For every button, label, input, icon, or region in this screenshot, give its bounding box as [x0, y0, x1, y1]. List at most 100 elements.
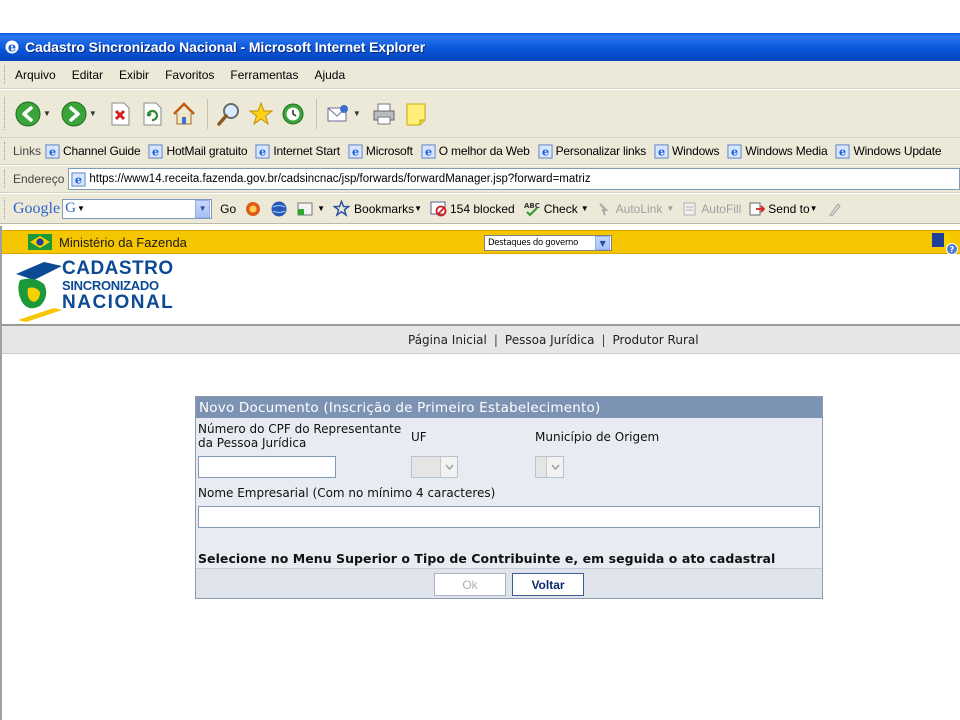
link-internet-start[interactable]: e Internet Start	[255, 143, 340, 159]
nav-separator: |	[493, 332, 498, 347]
brazil-flag-icon	[28, 234, 52, 250]
nav-produtor-rural[interactable]: Produtor Rural	[613, 333, 699, 347]
chevron-down-icon[interactable]: ▼	[195, 199, 211, 218]
toolbar-grip[interactable]	[4, 65, 7, 84]
notes-button[interactable]	[401, 99, 431, 129]
chevron-down-icon: ▼	[580, 204, 589, 213]
gov-highlights-select[interactable]: Destaques do governo ▼	[484, 235, 612, 251]
uf-select[interactable]	[411, 456, 458, 478]
toolbar-separator	[206, 98, 208, 129]
back-button[interactable]	[13, 99, 43, 129]
chevron-down-icon[interactable]	[440, 457, 457, 477]
ok-button[interactable]: Ok	[434, 573, 506, 596]
news-icon	[246, 201, 261, 216]
page-content: Ministério da Fazenda Destaques do gover…	[0, 226, 960, 720]
autolink-button[interactable]: AutoLink ▼	[597, 201, 674, 217]
voltar-button[interactable]: Voltar	[512, 573, 584, 596]
refresh-icon	[143, 102, 162, 125]
links-label: Links	[13, 144, 42, 158]
toolbar-grip[interactable]	[4, 198, 7, 219]
cadastro-logo-icon[interactable]	[14, 258, 64, 322]
uf-select-value	[412, 457, 440, 477]
print-button[interactable]	[369, 99, 399, 129]
favorites-button[interactable]	[246, 99, 276, 129]
send-to-button[interactable]: Send to ▼	[749, 201, 818, 217]
home-button[interactable]	[169, 99, 199, 129]
link-windows[interactable]: e Windows	[654, 143, 720, 159]
address-input[interactable]: e https://www14.receita.fazenda.gov.br/c…	[68, 168, 960, 190]
menu-editar[interactable]: Editar	[70, 66, 105, 84]
google-toolbar: Google G ▼ ▼ Go ▼ Bookmarks ▼ 154 blocked …	[0, 194, 960, 224]
toolbar-grip[interactable]	[4, 141, 7, 161]
link-channel-guide[interactable]: e Channel Guide	[45, 143, 141, 159]
chevron-down-icon[interactable]	[546, 457, 563, 477]
google-go-button[interactable]: Go	[220, 202, 236, 216]
municipio-select[interactable]	[535, 456, 564, 478]
svg-text:e: e	[839, 144, 846, 158]
cpf-label-line-1: Número do CPF do Representante	[198, 422, 402, 436]
window-titlebar: e Cadastro Sincronizado Nacional - Micro…	[0, 33, 960, 61]
standard-toolbar: ▼ ▼ ▼	[0, 90, 960, 138]
chevron-down-icon: ▼	[414, 204, 422, 213]
stop-button[interactable]	[105, 99, 135, 129]
google-globe-button[interactable]	[270, 200, 288, 218]
address-bar: Endereço e https://www14.receita.fazenda…	[0, 166, 960, 193]
chevron-down-icon[interactable]: ▼	[77, 204, 85, 213]
logo-line-3: NACIONAL	[62, 292, 175, 313]
google-search-input[interactable]: G ▼ ▼	[62, 198, 213, 219]
refresh-button[interactable]	[137, 99, 167, 129]
highlight-button[interactable]	[826, 201, 842, 217]
button-row: Ok Voltar	[196, 568, 822, 598]
menu-favoritos[interactable]: Favoritos	[163, 66, 216, 84]
link-hotmail[interactable]: e HotMail gratuito	[148, 143, 248, 159]
toolbar-grip[interactable]	[4, 97, 7, 130]
popup-blocked-button[interactable]: 154 blocked	[430, 200, 515, 217]
cpf-input[interactable]	[198, 456, 336, 478]
mail-button[interactable]	[323, 99, 353, 129]
menu-ajuda[interactable]: Ajuda	[312, 66, 347, 84]
search-icon	[217, 102, 239, 126]
nav-pagina-inicial[interactable]: Página Inicial	[408, 333, 487, 347]
spellcheck-icon: ABC	[524, 202, 540, 216]
chevron-down-icon[interactable]: ▼	[595, 236, 610, 250]
window-title: Cadastro Sincronizado Nacional - Microso…	[25, 39, 426, 55]
chevron-down-icon[interactable]: ▼	[43, 109, 51, 118]
google-pagerank-button[interactable]: ▼	[296, 200, 325, 218]
autofill-button[interactable]: AutoFill	[682, 201, 741, 217]
bookmarks-label: Bookmarks	[354, 201, 415, 216]
municipio-select-value	[536, 457, 546, 477]
google-logo[interactable]: Google	[13, 200, 60, 218]
link-microsoft[interactable]: e Microsoft	[348, 143, 413, 159]
uf-label: UF	[411, 430, 427, 444]
svg-text:e: e	[49, 144, 56, 158]
star-icon	[248, 101, 274, 125]
mail-icon	[327, 104, 348, 121]
forward-button[interactable]	[59, 99, 89, 129]
history-button[interactable]	[278, 99, 308, 129]
link-melhor-da-web[interactable]: e O melhor da Web	[421, 143, 530, 159]
spellcheck-button[interactable]: ABC Check ▼	[523, 200, 589, 218]
menu-exibir[interactable]: Exibir	[117, 66, 151, 84]
novo-documento-panel: Novo Documento (Inscrição de Primeiro Es…	[195, 396, 823, 599]
cpf-label-line-2: da Pessoa Jurídica	[198, 436, 307, 450]
nome-empresarial-input[interactable]	[198, 506, 820, 528]
link-windows-update[interactable]: e Windows Update	[835, 143, 942, 159]
link-windows-media[interactable]: e Windows Media	[727, 143, 828, 159]
bookmarks-button[interactable]: Bookmarks ▼	[333, 200, 422, 217]
ie-page-icon: e	[348, 143, 363, 158]
toolbar-grip[interactable]	[4, 169, 7, 189]
chevron-down-icon[interactable]: ▼	[353, 109, 361, 118]
chevron-down-icon[interactable]: ▼	[317, 204, 325, 213]
menu-arquivo[interactable]: Arquivo	[13, 66, 58, 84]
svg-text:e: e	[658, 144, 665, 158]
svg-text:?: ?	[950, 245, 955, 254]
chevron-down-icon[interactable]: ▼	[89, 109, 97, 118]
site-logo-area: CADASTRO SINCRONIZADO NACIONAL	[2, 254, 960, 326]
search-button[interactable]	[214, 99, 244, 129]
link-label: O melhor da Web	[438, 144, 530, 158]
cadastro-logo-text: CADASTRO SINCRONIZADO NACIONAL	[62, 259, 174, 312]
menu-ferramentas[interactable]: Ferramentas	[228, 66, 300, 84]
link-personalizar[interactable]: e Personalizar links	[538, 143, 646, 159]
nav-pessoa-juridica[interactable]: Pessoa Jurídica	[505, 333, 595, 347]
google-news-button[interactable]	[244, 200, 262, 218]
